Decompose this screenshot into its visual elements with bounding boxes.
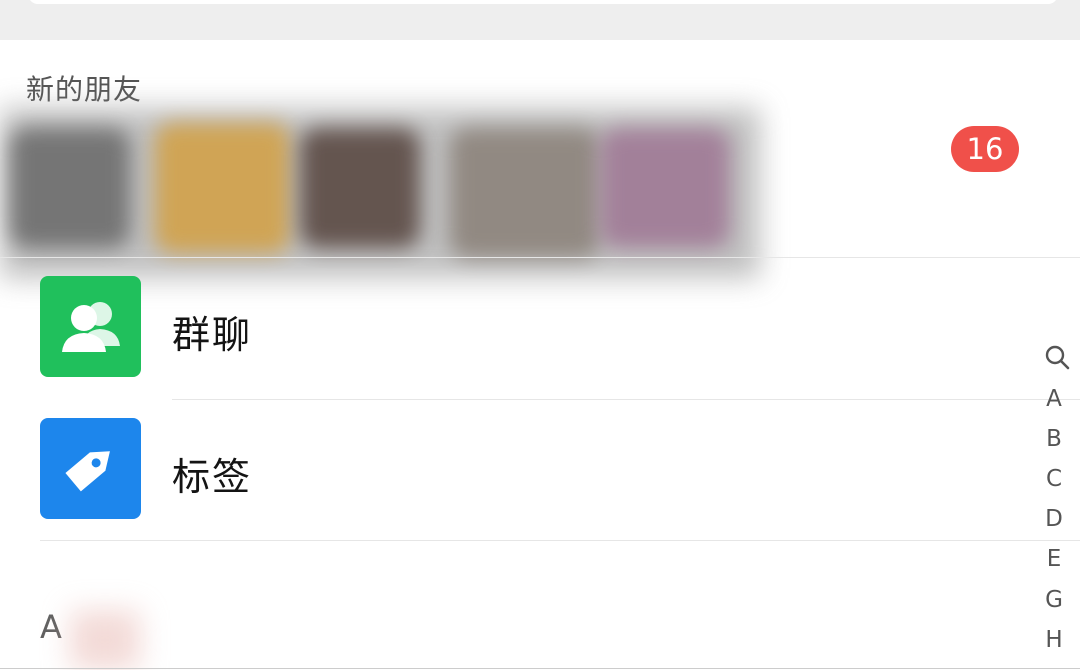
alphabet-index-letter[interactable]: E [1030, 546, 1078, 572]
alphabet-index-letter[interactable]: G [1030, 587, 1078, 613]
divider [0, 668, 1080, 669]
group-chat-icon [40, 276, 141, 377]
avatar[interactable] [450, 128, 600, 258]
avatar[interactable] [155, 123, 290, 253]
menu-item-tags-label: 标签 [172, 455, 253, 499]
avatar[interactable] [10, 128, 130, 248]
search-icon[interactable] [1044, 338, 1070, 378]
alphabet-index-letter[interactable]: C [1030, 466, 1078, 492]
alphabet-index-letter[interactable]: H [1030, 627, 1078, 653]
menu-item-tags[interactable]: 标签 [0, 400, 1030, 542]
avatar[interactable] [300, 128, 420, 248]
alphabet-index-letter[interactable]: A [1030, 386, 1078, 412]
new-friends-count-badge: 16 [951, 126, 1019, 172]
menu-item-group-chat-label: 群聊 [172, 313, 253, 357]
search-field[interactable] [28, 0, 1058, 4]
new-friends-section[interactable]: 新的朋友 16 [0, 40, 1080, 278]
avatar[interactable] [600, 128, 730, 248]
top-search-bar [0, 0, 1080, 40]
tag-icon [40, 418, 141, 519]
alphabet-index-letter[interactable]: D [1030, 506, 1078, 532]
divider [40, 540, 1080, 541]
section-header-a: A [40, 608, 62, 646]
menu-item-group-chat[interactable]: 群聊 [0, 258, 1030, 400]
redaction-scribble [70, 610, 140, 670]
alphabet-index-letter[interactable]: B [1030, 426, 1078, 452]
